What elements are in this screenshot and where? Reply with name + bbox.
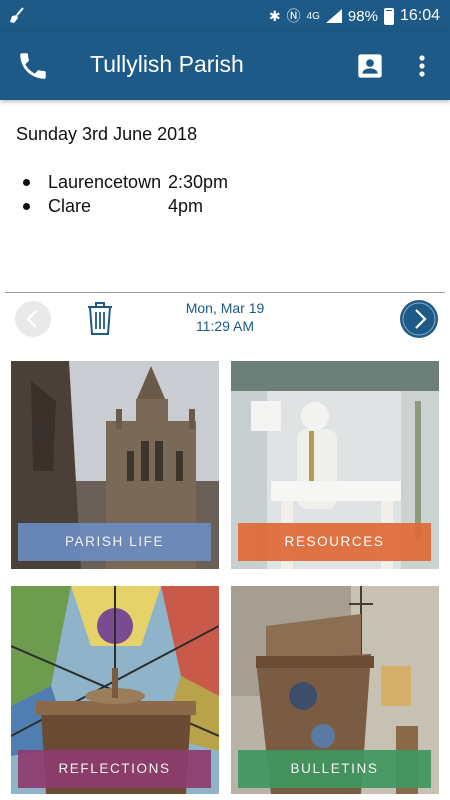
page-title: Tullylish Parish: [90, 51, 244, 77]
battery-percent: 98%: [347, 7, 378, 25]
battery-icon: [383, 7, 394, 25]
chevron-right-icon: [402, 302, 436, 336]
tile-bulletins[interactable]: BULLETINS: [231, 586, 439, 794]
tile-label: REFLECTIONS: [18, 750, 211, 788]
schedule-time: 4pm: [168, 196, 204, 216]
tile-label: RESOURCES: [238, 523, 431, 561]
more-vert-icon[interactable]: [410, 50, 434, 82]
schedule-place: Laurencetown: [48, 172, 162, 192]
app-bar: Tullylish Parish: [0, 32, 450, 100]
list-item: Clare 4pm: [22, 194, 228, 218]
delete-icon[interactable]: [84, 300, 116, 336]
tile-label: BULLETINS: [238, 750, 431, 788]
contact-card-icon[interactable]: [356, 52, 384, 80]
bluetooth-icon: ✱: [268, 7, 281, 24]
timestamp: Mon, Mar 19 11:29 AM: [160, 299, 290, 335]
mass-schedule-list: Laurencetown 2:30pm Clare 4pm: [22, 170, 229, 218]
phone-icon[interactable]: [16, 49, 50, 83]
status-bar: ✱ Ⓝ 4G 98% 16:04: [0, 0, 450, 32]
nfc-icon: Ⓝ: [286, 8, 301, 24]
clock: 16:04: [399, 7, 440, 24]
tile-resources[interactable]: RESOURCES: [231, 361, 439, 569]
network-type: 4G: [306, 10, 320, 22]
divider: [5, 292, 445, 293]
list-item: Laurencetown 2:30pm: [22, 170, 229, 194]
date-heading: Sunday 3rd June 2018: [16, 124, 198, 144]
next-button[interactable]: [400, 300, 438, 338]
timestamp-time: 11:29 AM: [195, 318, 255, 334]
tile-reflections[interactable]: REFLECTIONS: [11, 586, 219, 794]
chevron-left-icon: [26, 310, 37, 328]
schedule-time: 2:30pm: [168, 172, 229, 192]
previous-button[interactable]: [15, 301, 51, 337]
bulletin-content: Sunday 3rd June 2018 Laurencetown 2:30pm …: [0, 100, 450, 292]
tile-parish-life[interactable]: PARISH LIFE: [11, 361, 219, 569]
broom-icon: [10, 7, 24, 23]
signal-icon: [325, 9, 342, 23]
tile-label: PARISH LIFE: [18, 523, 211, 561]
timestamp-date: Mon, Mar 19: [185, 300, 265, 316]
schedule-place: Clare: [48, 196, 92, 216]
